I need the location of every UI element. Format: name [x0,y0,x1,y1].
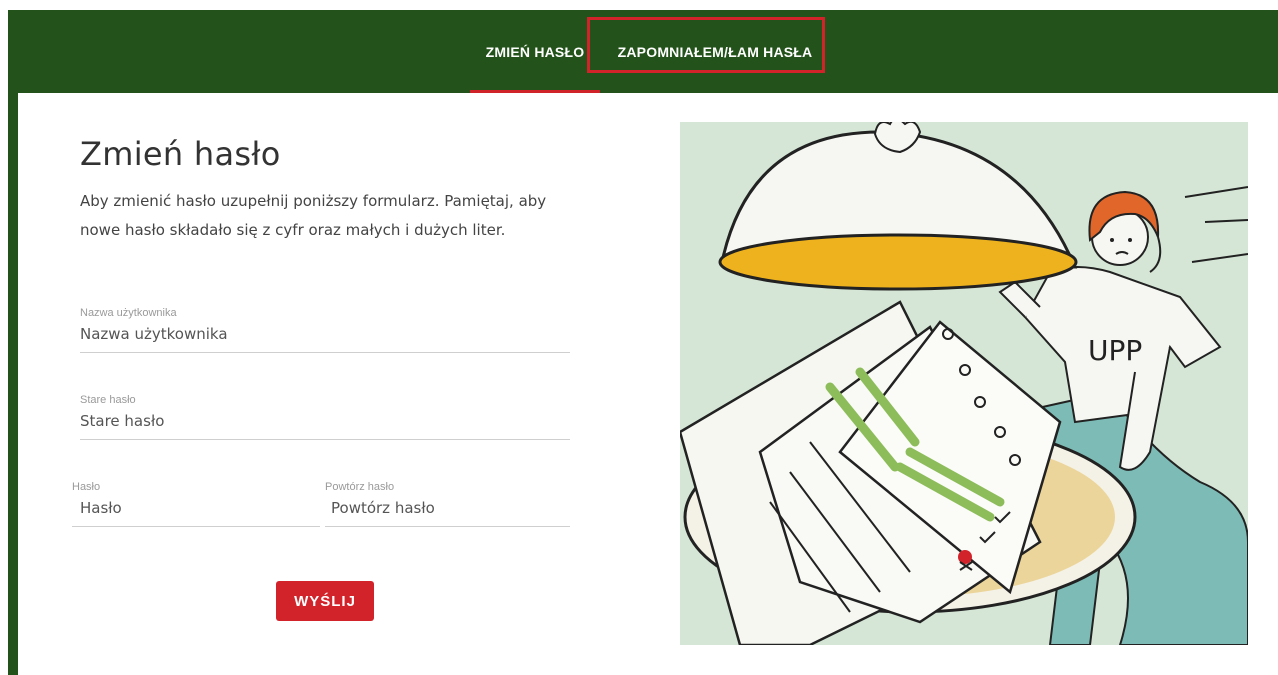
repeat-password-field-group: Powtórz hasło [325,481,570,527]
active-tab-indicator [470,90,600,93]
left-border-strip [8,93,18,675]
tab-forgot-password-label: ZAPOMNIAŁEM/ŁAM HASŁA [617,43,813,60]
change-password-form: Zmień hasło Aby zmienić hasło uzupełnij … [72,135,580,621]
tab-change-password[interactable]: ZMIEŃ HASŁO [470,10,600,93]
username-input[interactable] [80,319,570,353]
old-password-label: Stare hasło [80,394,136,406]
old-password-field-group: Stare hasło [80,394,570,440]
page-title: Zmień hasło [80,135,281,173]
username-label: Nazwa użytkownika [80,307,177,319]
repeat-password-input[interactable] [325,493,570,527]
old-password-input[interactable] [80,406,570,440]
top-navigation-bar: ZMIEŃ HASŁO ZAPOMNIAŁEM/ŁAM HASŁA [8,10,1278,93]
new-password-input[interactable] [72,493,320,527]
tab-change-password-label: ZMIEŃ HASŁO [485,43,585,60]
new-password-field-group: Hasło [72,481,320,527]
repeat-password-label: Powtórz hasło [325,481,395,493]
shirt-text: UPP [1088,334,1142,367]
form-instructions: Aby zmienić hasło uzupełnij poniższy for… [80,192,547,239]
tab-forgot-password[interactable]: ZAPOMNIAŁEM/ŁAM HASŁA [600,10,830,93]
username-field-group: Nazwa użytkownika [80,307,570,353]
submit-button[interactable]: WYŚLIJ [276,581,374,621]
new-password-label: Hasło [72,481,101,493]
illustration-image: UPP [678,118,1249,647]
